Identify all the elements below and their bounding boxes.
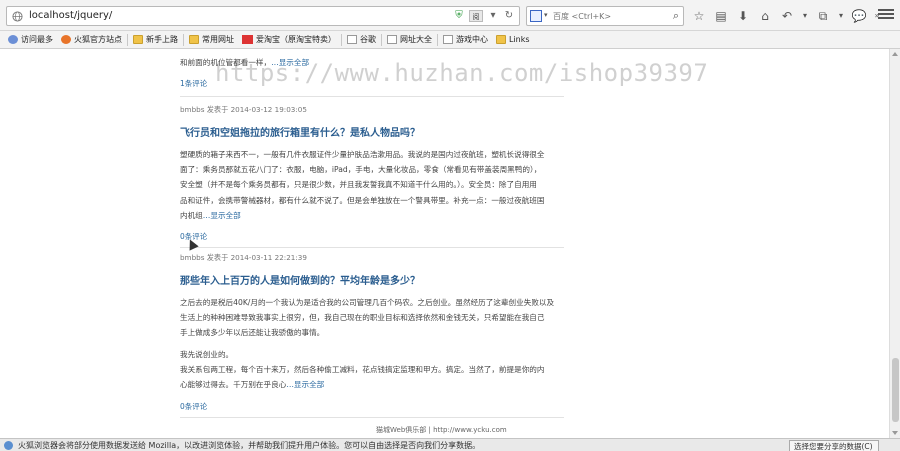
scroll-up-icon[interactable] <box>892 52 898 56</box>
bookmarks-bar: 访问最多 火狐官方站点 新手上路 常用网址 爱淘宝（原淘宝特卖） 谷歌 网址大全… <box>0 31 900 49</box>
show-all-link[interactable]: 显示全部 <box>294 380 324 389</box>
gear-icon <box>8 35 18 44</box>
taobao-icon <box>242 35 253 44</box>
post-meta: bmbbs 发表于 2014-03-11 22:21:39 <box>180 253 307 262</box>
post-divider <box>180 247 564 249</box>
notification-bar: 火狐浏览器会将部分使用数据发送给 Mozilla，以改进浏览体验，并帮助我们提升… <box>0 438 900 451</box>
scrollbar-thumb[interactable] <box>892 358 899 422</box>
folder-icon <box>133 35 143 44</box>
comment-count-link[interactable]: 1条评论 <box>180 78 564 89</box>
bookmark-ai-taobao[interactable]: 爱淘宝（原淘宝特卖） <box>238 32 340 48</box>
page-footer: 猫城Web俱乐部 | http://www.ycku.com <box>376 426 507 434</box>
post-excerpt: 塑硬质的箱子来西不一，一般有几件衣服证件少量护肤品浩漱用品。我说的是国内过夜航班… <box>180 150 545 220</box>
screenshot-dropdown-icon[interactable]: ▾ <box>834 8 848 24</box>
undo-dropdown-icon[interactable]: ▾ <box>798 8 812 24</box>
bookmark-links[interactable]: Links <box>492 32 534 48</box>
download-icon[interactable]: ⬇ <box>732 8 754 24</box>
post-divider <box>180 96 564 98</box>
bookmark-site-directory[interactable]: 网址大全 <box>383 32 436 48</box>
bookmark-getting-started[interactable]: 新手上路 <box>129 32 182 48</box>
page-icon <box>387 35 397 44</box>
post-excerpt-paragraph-2: 我先说创业的。 我关系包两工程，每个百十来万，然后各种偷工减料，花点钱搞定监理和… <box>180 349 545 390</box>
search-engine-icon[interactable] <box>530 10 542 22</box>
url-bar[interactable]: localhost/jquery/ ⛨ 阅 ▾ ↻ <box>6 6 520 26</box>
bookmark-separator <box>183 33 184 46</box>
bookmark-separator <box>341 33 342 46</box>
bookmark-google[interactable]: 谷歌 <box>343 32 380 48</box>
post-excerpt: 之后去的是税后40K/月的一个我认为是适合我的公司管理几百个码农。之后创业。虽然… <box>180 298 555 338</box>
bookmark-firefox-site[interactable]: 火狐官方站点 <box>57 32 126 48</box>
page-icon <box>347 35 357 44</box>
engine-dropdown-icon[interactable]: ▾ <box>544 11 548 19</box>
search-bar[interactable]: ▾ ⌕ <box>526 6 684 26</box>
scroll-down-icon[interactable] <box>892 431 898 435</box>
globe-icon <box>12 11 23 22</box>
comment-count-link[interactable]: 0条评论 <box>180 231 564 242</box>
bookmark-common-sites[interactable]: 常用网址 <box>185 32 238 48</box>
post-meta: bmbbs 发表于 2014-03-12 19:03:05 <box>180 105 307 114</box>
reader-badge-icon[interactable]: 阅 <box>469 10 483 22</box>
post-excerpt: 和前面的机位管都看一样，…显示全部 <box>180 58 310 67</box>
undo-icon[interactable]: ↶ <box>776 8 798 24</box>
page-icon <box>443 35 453 44</box>
post-title-link[interactable]: 飞行员和空姐拖拉的旅行箱里有什么？是私人物品吗？ <box>180 124 564 139</box>
shield-icon[interactable]: ⛨ <box>453 10 465 22</box>
bookmark-separator <box>127 33 128 46</box>
bookmark-most-visited[interactable]: 访问最多 <box>4 32 57 48</box>
folder-icon <box>496 35 506 44</box>
comment-count-link[interactable]: 0条评论 <box>180 401 564 412</box>
post-item: bmbbs 发表于 2014-03-12 19:03:05 飞行员和空姐拖拉的旅… <box>180 105 564 249</box>
bookmarks-list-icon[interactable]: ▤ <box>710 8 732 24</box>
post-item: 和前面的机位管都看一样，…显示全部 1条评论 <box>180 55 564 98</box>
bookmark-game-center[interactable]: 游戏中心 <box>439 32 492 48</box>
folder-icon <box>189 35 199 44</box>
show-all-link[interactable]: 显示全部 <box>279 58 309 67</box>
home-icon[interactable]: ⌂ <box>754 8 776 24</box>
post-divider <box>180 417 564 419</box>
screenshot-icon[interactable]: ⧉ <box>812 8 834 24</box>
post-title-link[interactable]: 那些年入上百万的人是如何做到的？平均年龄是多少？ <box>180 272 564 287</box>
url-text[interactable]: localhost/jquery/ <box>29 10 112 21</box>
bookmark-separator <box>381 33 382 46</box>
search-icon[interactable]: ⌕ <box>673 9 679 23</box>
page-content: https://www.huzhan.com/ishop39397 和前面的机位… <box>0 49 889 438</box>
vertical-scrollbar[interactable] <box>889 49 900 438</box>
dropdown-arrow-icon[interactable]: ▾ <box>487 10 499 22</box>
menu-icon[interactable] <box>878 7 894 21</box>
firefox-icon <box>61 35 71 44</box>
choose-data-button[interactable]: 选择您要分享的数据(C) <box>789 440 879 451</box>
browser-toolbar: localhost/jquery/ ⛨ 阅 ▾ ↻ ▾ ⌕ ☆ ▤ ⬇ ⌂ ↶ … <box>0 0 900 31</box>
post-item: bmbbs 发表于 2014-03-11 22:21:39 那些年入上百万的人是… <box>180 253 564 419</box>
reload-icon[interactable]: ↻ <box>503 10 515 22</box>
chat-icon[interactable]: 💬 <box>848 8 870 24</box>
bookmark-star-icon[interactable]: ☆ <box>688 8 710 24</box>
notification-text: 火狐浏览器会将部分使用数据发送给 Mozilla，以改进浏览体验，并帮助我们提升… <box>18 441 481 450</box>
info-icon <box>4 441 13 450</box>
bookmark-separator <box>437 33 438 46</box>
search-input[interactable] <box>553 9 663 23</box>
show-all-link[interactable]: 显示全部 <box>210 211 240 220</box>
